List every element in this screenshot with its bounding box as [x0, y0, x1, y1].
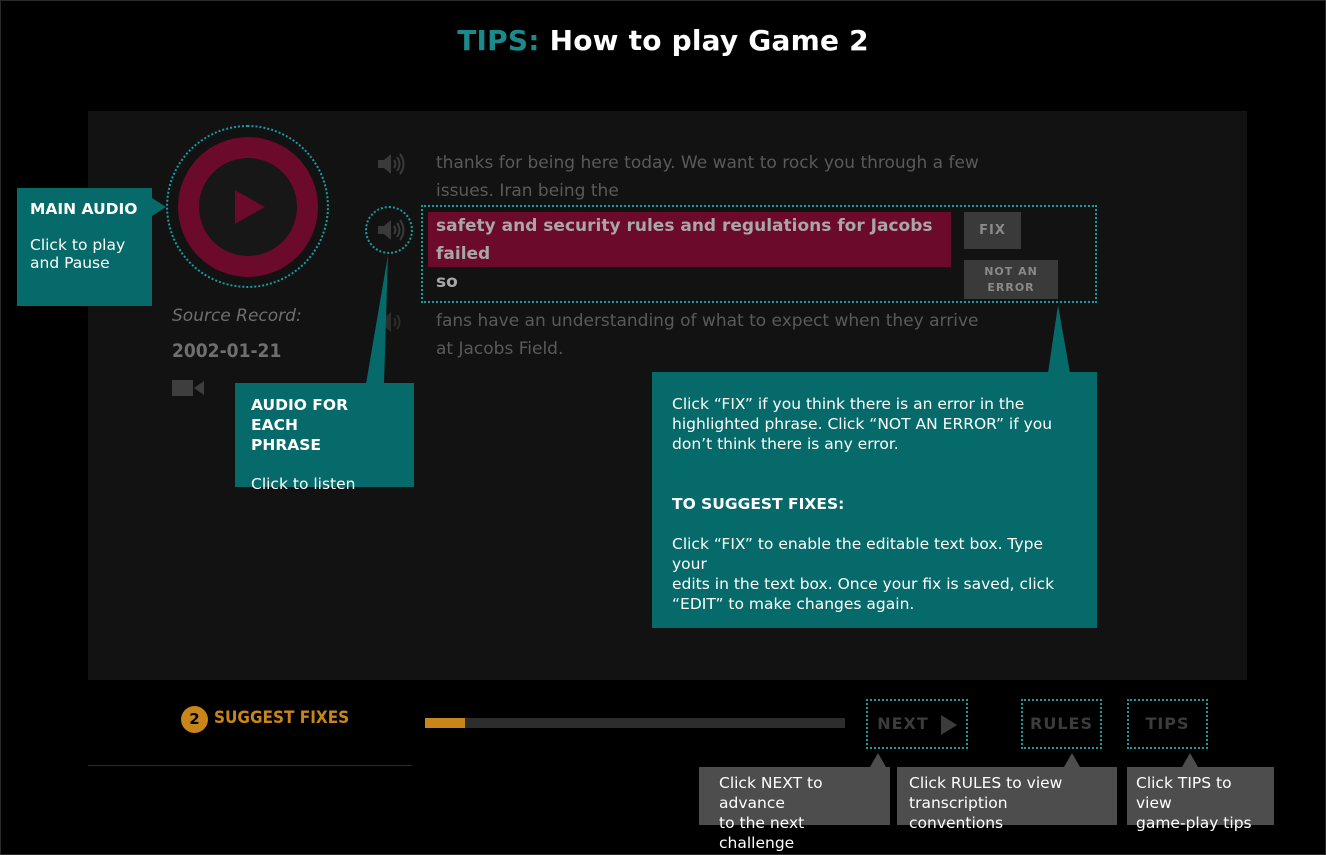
phrase-audio-callout-title-1: AUDIO FOR EACH — [251, 396, 349, 434]
phrase-audio-callout-title-2: PHRASE — [251, 436, 322, 454]
rules-tooltip-line-2: transcription conventions — [909, 794, 1008, 832]
step-number-badge: 2 — [181, 706, 208, 733]
main-audio-callout-body-2: and Pause — [30, 254, 110, 272]
fix-callout-p1-line-2: highlighted phrase. Click “NOT AN ERROR”… — [672, 415, 1053, 433]
title-main: How to play Game 2 — [549, 24, 869, 57]
fix-button[interactable]: FIX — [964, 212, 1021, 249]
phrase-3-line-2: at Jacobs Field. — [436, 339, 564, 359]
fix-callout-p2-line-2: edits in the text box. Once your fix is … — [672, 575, 1055, 593]
title-prefix: TIPS: — [457, 24, 540, 57]
main-audio-callout: MAIN AUDIO Click to play and Pause — [17, 188, 152, 306]
page-title: TIPS: How to play Game 2 — [0, 24, 1326, 57]
fix-callout: Click “FIX” if you think there is an err… — [652, 372, 1097, 628]
tips-tooltip-line-2: game-play tips — [1136, 814, 1252, 832]
fix-callout-p1-line-1: Click “FIX” if you think there is an err… — [672, 395, 1025, 413]
next-button-label: NEXT — [877, 714, 929, 733]
tips-button[interactable]: TIPS — [1127, 699, 1208, 749]
phrase-2-speaker-icon[interactable] — [376, 218, 406, 242]
source-record-date: 2002-01-21 — [172, 340, 282, 362]
main-audio-callout-pointer — [152, 198, 166, 216]
phrase-3-speaker-icon[interactable] — [376, 310, 406, 334]
main-audio-inner — [199, 158, 297, 256]
next-tooltip-line-2: to the next challenge — [719, 814, 805, 852]
phrase-1-line-2: issues. Iran being the — [436, 181, 619, 201]
next-tooltip-line-1: Click NEXT to advance — [719, 774, 823, 812]
main-audio-play-button[interactable] — [178, 137, 318, 277]
tips-tooltip: Click TIPS to view game-play tips — [1127, 767, 1274, 832]
phrase-2-line-2: so — [436, 272, 458, 292]
next-button[interactable]: NEXT — [866, 699, 968, 749]
phrase-audio-callout-body: Click to listen — [251, 475, 356, 493]
fix-callout-p1-line-3: don’t think there is any error. — [672, 435, 899, 453]
phrase-audio-callout: AUDIO FOR EACH PHRASE Click to listen — [235, 383, 414, 493]
phrase-3: fans have an understanding of what to ex… — [436, 307, 978, 363]
rules-tooltip: Click RULES to view transcription conven… — [897, 767, 1117, 832]
phrase-2-line-1: safety and security rules and regulation… — [436, 216, 933, 264]
main-audio-callout-body-1: Click to play — [30, 236, 126, 254]
phrase-1-speaker-icon[interactable] — [376, 152, 406, 176]
progress-bar-fill — [425, 718, 465, 728]
next-tooltip: Click NEXT to advance to the next challe… — [699, 767, 890, 852]
phrase-1-line-1: thanks for being here today. We want to … — [436, 153, 979, 173]
source-record-label: Source Record: — [172, 306, 302, 326]
fix-callout-p2-line-3: “EDIT” to make changes again. — [672, 595, 915, 613]
rules-button[interactable]: RULES — [1021, 699, 1102, 749]
video-camera-icon[interactable] — [172, 378, 204, 398]
tips-tooltip-line-1: Click TIPS to view — [1136, 774, 1232, 812]
phrase-3-line-1: fans have an understanding of what to ex… — [436, 311, 979, 331]
fix-callout-p2-line-1: Click “FIX” to enable the editable text … — [672, 535, 1044, 573]
tips-tip-pointer — [1182, 753, 1198, 767]
phrase-audio-callout-title: AUDIO FOR EACH PHRASE — [251, 395, 398, 455]
rules-tip-pointer — [1064, 753, 1080, 767]
highlighted-phrase: safety and security rules and regulation… — [428, 212, 951, 292]
not-an-error-line-2: ERROR — [987, 281, 1035, 294]
play-icon — [235, 190, 265, 224]
progress-bar — [425, 718, 845, 728]
step-divider — [88, 765, 412, 766]
next-arrow-icon — [940, 714, 957, 735]
main-audio-callout-title: MAIN AUDIO — [30, 200, 138, 218]
fix-callout-subtitle: TO SUGGEST FIXES: — [672, 495, 845, 513]
step-label: SUGGEST FIXES — [214, 708, 350, 728]
not-an-error-line-1: NOT AN — [984, 265, 1038, 278]
not-an-error-button[interactable]: NOT AN ERROR — [964, 260, 1058, 299]
rules-tooltip-line-1: Click RULES to view — [909, 774, 1063, 792]
phrase-1: thanks for being here today. We want to … — [436, 149, 979, 205]
next-tip-pointer — [870, 753, 886, 767]
